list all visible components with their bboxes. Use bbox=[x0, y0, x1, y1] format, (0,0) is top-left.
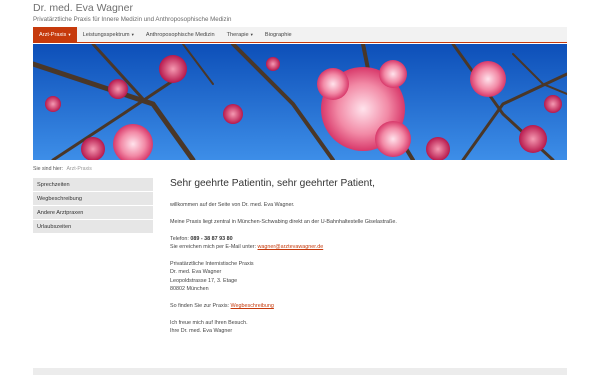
nav-item-biographie[interactable]: Biographie bbox=[259, 27, 298, 42]
footer-bar bbox=[33, 368, 567, 375]
blossom-photo bbox=[33, 44, 567, 160]
breadcrumb: Sie sind hier: Arzt-Praxis bbox=[33, 166, 92, 172]
nav-label: Leistungsspektrum bbox=[82, 32, 130, 38]
nav-item-arzt-praxis[interactable]: Arzt-Praxis ▾ bbox=[33, 27, 77, 42]
phone-line: Telefon: 089 - 38 87 93 80 bbox=[170, 235, 560, 243]
main-nav: Arzt-Praxis ▾ Leistungsspektrum ▾ Anthropo… bbox=[33, 27, 567, 43]
nav-label: Arzt-Praxis bbox=[39, 32, 67, 38]
chevron-down-icon: ▾ bbox=[68, 32, 71, 37]
email-prefix: Sie erreichen mich per E-Mail unter: bbox=[170, 244, 256, 250]
phone-number: 089 - 38 87 93 80 bbox=[190, 235, 233, 242]
address-line: 80802 München bbox=[170, 286, 209, 293]
breadcrumb-link-arzt-praxis[interactable]: Arzt-Praxis bbox=[66, 166, 91, 172]
closing-line: Ich freue mich auf Ihren Besuch. bbox=[170, 319, 248, 326]
email-link[interactable]: wagner@arztevawagner.de bbox=[257, 244, 323, 250]
location-text: Meine Praxis liegt zentral in München-Sc… bbox=[170, 218, 397, 225]
address-line: Dr. med. Eva Wagner bbox=[170, 269, 222, 276]
address-line: Leopoldstrasse 17, 3. Etage bbox=[170, 277, 238, 284]
nav-label: Anthroposophische Medizin bbox=[145, 32, 215, 38]
page-heading: Sehr geehrte Patientin, sehr geehrter Pa… bbox=[170, 178, 376, 189]
nav-item-therapie[interactable]: Therapie ▾ bbox=[221, 27, 259, 42]
site-title[interactable]: Dr. med. Eva Wagner bbox=[33, 3, 567, 14]
signature-line: Ihre Dr. med. Eva Wagner bbox=[170, 328, 233, 335]
nav-item-leistungsspektrum[interactable]: Leistungsspektrum ▾ bbox=[77, 27, 140, 42]
sidebar-item-wegbeschreibung[interactable]: Wegbeschreibung bbox=[33, 192, 153, 206]
main-content: Sehr geehrte Patientin, sehr geehrter Pa… bbox=[170, 178, 560, 335]
directions-link[interactable]: Wegbeschreibung bbox=[231, 303, 274, 309]
email-line: Sie erreichen mich per E-Mail unter: wag… bbox=[170, 243, 560, 251]
nav-label: Biographie bbox=[264, 32, 292, 38]
sidebar-item-urlaubszeiten[interactable]: Urlaubszeiten bbox=[33, 220, 153, 234]
address-line: Privatärztliche Internistische Praxis bbox=[170, 260, 254, 267]
chevron-down-icon: ▾ bbox=[250, 32, 253, 37]
phone-label: Telefon: bbox=[170, 235, 189, 242]
nav-item-anthroposophische-medizin[interactable]: Anthroposophische Medizin bbox=[140, 27, 221, 42]
site-subtitle: Privatärztliche Praxis für Innere Medizi… bbox=[33, 16, 232, 23]
directions-line: So finden Sie zur Praxis: Wegbeschreibun… bbox=[170, 302, 560, 310]
sidebar-item-andere-arztpraxen[interactable]: Andere Arztpraxen bbox=[33, 206, 153, 220]
welcome-text: willkommen auf der Seite von Dr. med. Ev… bbox=[170, 202, 295, 208]
directions-prefix: So finden Sie zur Praxis: bbox=[170, 302, 230, 309]
chevron-down-icon: ▾ bbox=[131, 32, 134, 37]
nav-label: Therapie bbox=[226, 32, 249, 38]
sidebar-item-sprechzeiten[interactable]: Sprechzeiten bbox=[33, 178, 153, 192]
sidebar-menu: Sprechzeiten Wegbeschreibung Andere Arzt… bbox=[33, 178, 153, 234]
breadcrumb-prefix: Sie sind hier: bbox=[33, 166, 63, 172]
site-header: Dr. med. Eva Wagner Privatärztliche Prax… bbox=[33, 3, 567, 24]
header-banner-image bbox=[33, 44, 567, 160]
